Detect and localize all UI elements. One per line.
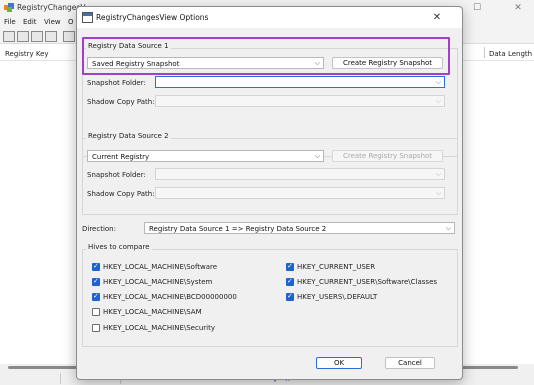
direction-label: Direction: bbox=[82, 225, 116, 233]
menu-options[interactable]: O bbox=[68, 18, 74, 26]
hive-checkbox[interactable] bbox=[92, 262, 100, 271]
hive-checkbox[interactable] bbox=[286, 277, 294, 286]
ok-button[interactable]: OK bbox=[316, 357, 362, 369]
hives-group-label: Hives to compare bbox=[86, 243, 152, 251]
source1-snapshot-label: Snapshot Folder: bbox=[87, 79, 146, 87]
toolbar-copy-icon[interactable] bbox=[31, 31, 43, 42]
hive-checkbox[interactable] bbox=[92, 277, 100, 286]
source2-group-label: Registry Data Source 2 bbox=[86, 132, 171, 140]
hive-label: HKEY_CURRENT_USER bbox=[297, 263, 376, 271]
cancel-button[interactable]: Cancel bbox=[385, 357, 435, 369]
source2-type-value: Current Registry bbox=[92, 153, 150, 161]
hive-label: HKEY_CURRENT_USER\Software\Classes bbox=[297, 278, 438, 286]
toolbar-properties-icon[interactable] bbox=[45, 31, 57, 42]
toolbar-save-icon[interactable] bbox=[17, 31, 29, 42]
hive-label: HKEY_USERS\.DEFAULT bbox=[297, 293, 378, 301]
hive-label: HKEY_LOCAL_MACHINE\System bbox=[103, 278, 213, 286]
maximize-button[interactable]: ☐ bbox=[462, 0, 492, 16]
column-registry-key[interactable]: Registry Key bbox=[5, 50, 49, 58]
hive-checkbox[interactable] bbox=[92, 324, 100, 332]
hive-label: HKEY_LOCAL_MACHINE\Security bbox=[103, 324, 215, 332]
direction-select[interactable]: Registry Data Source 1 => Registry Data … bbox=[144, 222, 455, 234]
hive-checkbox[interactable] bbox=[286, 292, 294, 301]
hive-label: HKEY_LOCAL_MACHINE\Software bbox=[103, 263, 218, 271]
source2-snapshot-label: Snapshot Folder: bbox=[87, 171, 146, 179]
source2-create-snapshot-button[interactable]: Create Registry Snapshot bbox=[332, 150, 443, 162]
chevron-down-icon: ⌵ bbox=[314, 152, 320, 160]
chevron-down-icon: ⌵ bbox=[435, 97, 441, 105]
status-separator bbox=[60, 373, 61, 384]
dialog-close-button[interactable]: ✕ bbox=[412, 7, 462, 28]
main-close-button[interactable]: ✕ bbox=[503, 0, 533, 16]
hive-label: HKEY_LOCAL_MACHINE\SAM bbox=[103, 308, 202, 316]
hive-label: HKEY_LOCAL_MACHINE\BCD00000000 bbox=[103, 293, 237, 301]
toolbar-options-icon[interactable] bbox=[3, 31, 15, 42]
source1-shadow-copy-select[interactable]: ⌵ bbox=[155, 95, 445, 107]
highlight-box bbox=[82, 37, 450, 75]
dialog-titlebar[interactable]: RegistryChangesView Options ✕ bbox=[77, 7, 462, 28]
menu-edit[interactable]: Edit bbox=[23, 18, 37, 26]
hive-checkbox[interactable] bbox=[92, 292, 100, 301]
dialog-window-icon bbox=[82, 12, 93, 23]
chevron-down-icon: ⌵ bbox=[435, 170, 441, 178]
column-separator[interactable] bbox=[484, 47, 485, 58]
source1-snapshot-folder-input[interactable]: ⌵ bbox=[155, 76, 445, 88]
source2-shadow-label: Shadow Copy Path: bbox=[87, 190, 155, 198]
hive-checkbox[interactable] bbox=[92, 308, 100, 316]
dialog-title: RegistryChangesView Options bbox=[96, 13, 209, 22]
app-icon bbox=[4, 3, 14, 12]
chevron-down-icon: ⌵ bbox=[445, 224, 451, 232]
column-data-length[interactable]: Data Length bbox=[489, 50, 532, 58]
toolbar-refresh-icon[interactable] bbox=[63, 31, 75, 42]
direction-value: Registry Data Source 1 => Registry Data … bbox=[149, 225, 327, 233]
source2-type-select[interactable]: Current Registry ⌵ bbox=[87, 150, 324, 162]
source2-snapshot-folder-input[interactable]: ⌵ bbox=[155, 168, 445, 180]
hive-checkbox[interactable] bbox=[286, 262, 294, 271]
menu-file[interactable]: File bbox=[4, 18, 16, 26]
source2-shadow-copy-select[interactable]: ⌵ bbox=[155, 187, 445, 199]
chevron-down-icon: ⌵ bbox=[435, 189, 441, 197]
source1-shadow-label: Shadow Copy Path: bbox=[87, 98, 155, 106]
menu-view[interactable]: View bbox=[44, 18, 61, 26]
chevron-down-icon[interactable]: ⌵ bbox=[436, 78, 441, 87]
